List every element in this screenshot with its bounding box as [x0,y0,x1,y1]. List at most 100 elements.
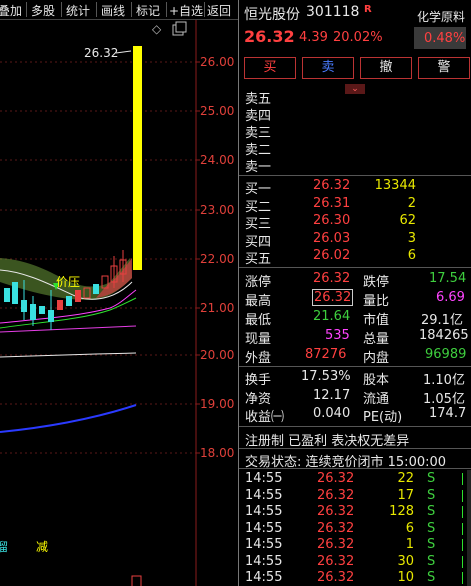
candle-down [21,300,27,312]
candle-down [4,288,10,302]
bid-level-label: 买二 [245,199,272,215]
trade-time: 14:55 [245,553,283,569]
add-watchlist-button[interactable]: +自选 [169,2,203,19]
total-volume-label: 总量 [363,332,390,347]
turnover-label: 换手 [245,373,272,388]
price-change: 4.39 [299,30,328,45]
stock-code: 301118 [306,4,360,20]
high-price-label: 26.32 [84,46,119,60]
y-tick: 24.00 [200,153,235,167]
sector-name[interactable]: 化学原料 [417,8,465,25]
limit-up-candle [133,46,142,270]
high-label: 最高 [245,294,272,309]
volume-ratio-label: 量比 [363,294,390,309]
total-volume-value: 184265 [419,328,469,343]
overlay-button[interactable]: 叠加 [0,2,22,19]
trade-time: 14:55 [245,504,283,519]
trade-price: 26.32 [317,504,355,519]
market-cap-label: 市值 [363,313,390,328]
buy-button[interactable]: 买 [244,57,296,79]
cancel-order-button[interactable]: 撤 [360,57,412,79]
ma-line-blue [0,404,137,433]
y-tick: 25.00 [200,104,235,118]
inner-volume-label: 内盘 [363,351,390,366]
eps-label: 收益㈠ [245,410,285,425]
float-shares-value: 1.05亿 [423,392,465,407]
price-change-pct: 20.02% [333,30,383,45]
y-tick: 19.00 [200,397,235,411]
share-capital-value: 1.10亿 [423,373,465,388]
trade-direction-bar [462,506,463,518]
statistics-button[interactable]: 统计 [66,2,90,19]
trade-price: 26.32 [317,553,355,569]
y-tick: 23.00 [200,203,235,217]
bid-level-volume: 62 [399,213,416,228]
candle-down [93,284,99,294]
net-assets-value: 12.17 [313,388,351,403]
y-tick: 21.00 [200,301,235,315]
bottom-mark-1: 溜 [0,540,9,554]
float-shares-label: 流通 [363,392,390,407]
diamond-icon[interactable]: ◇ [152,22,161,36]
trade-side: S [427,520,436,536]
chart-toolbar: 叠加 多股 统计 画线 标记 +自选 返回 [0,0,238,20]
trade-volume: 1 [405,537,414,552]
candle-up [75,290,81,302]
share-capital-label: 股本 [363,373,390,388]
trade-volume: 17 [397,487,414,503]
sell-button[interactable]: 卖 [302,57,354,79]
y-tick: 20.00 [200,348,235,362]
current-volume-value: 535 [325,328,350,343]
y-tick: 22.00 [200,252,235,266]
trade-price: 26.32 [317,570,355,585]
kline-chart[interactable]: ◇ 26.32 价压 溜 减 26.00 25.00 24.00 23.00 2… [0,20,238,586]
bid-level-price: 26.31 [313,195,351,211]
low-value: 21.64 [313,309,351,324]
trade-direction-bar [462,539,463,551]
bid-level-volume: 2 [407,195,416,211]
limit-up-value: 26.32 [313,271,351,286]
turnover-value: 17.53% [301,369,351,384]
limit-up-label: 涨停 [245,275,272,290]
trade-direction-bar [462,555,463,568]
net-assets-label: 净资 [245,392,272,407]
trade-volume: 30 [397,553,414,569]
sector-pct-box: 0.48% [414,27,466,49]
bid-level-price: 26.32 [313,178,351,193]
trade-price: 26.32 [317,471,355,486]
bid-level-label: 买一 [245,182,272,197]
market-cap-value: 29.1亿 [421,313,463,328]
trade-time: 14:55 [245,520,283,536]
listing-notice: 注册制 已盈利 表决权无差异 [245,434,410,449]
ask-level-1: 卖一 [245,160,272,175]
pe-label: PE(动) [363,410,403,425]
trade-side: S [427,553,436,569]
trade-direction-bar [462,572,463,584]
collapse-chevron-icon[interactable]: ⌄ [345,84,365,94]
trades-scrollbar[interactable] [467,470,471,586]
trade-volume: 22 [397,471,414,486]
last-price: 26.32 [244,27,295,46]
high-value: 26.32 [311,289,354,306]
candle-down [30,304,36,320]
mark-button[interactable]: 标记 [136,2,160,19]
alert-button[interactable]: 警 [418,57,470,79]
expand-icon [172,21,187,36]
limit-down-value: 17.54 [429,271,467,286]
trade-direction-bar [462,473,463,485]
bid-level-label: 买五 [245,252,272,267]
price-pressure-label: 价压 [56,275,81,289]
trade-side: S [427,570,436,585]
y-tick: 18.00 [200,446,235,460]
inner-volume-value: 96989 [425,347,467,362]
multi-stock-button[interactable]: 多股 [31,2,55,19]
ma-line-pink [0,325,137,333]
trade-time: 14:55 [245,537,283,552]
trade-price: 26.32 [317,520,355,536]
pe-value: 174.7 [429,406,467,421]
draw-line-button[interactable]: 画线 [101,2,125,19]
bottom-mark-2: 减 [36,540,49,554]
back-button[interactable]: 返回 [207,2,231,19]
low-label: 最低 [245,313,272,328]
bid-level-label: 买三 [245,217,272,232]
